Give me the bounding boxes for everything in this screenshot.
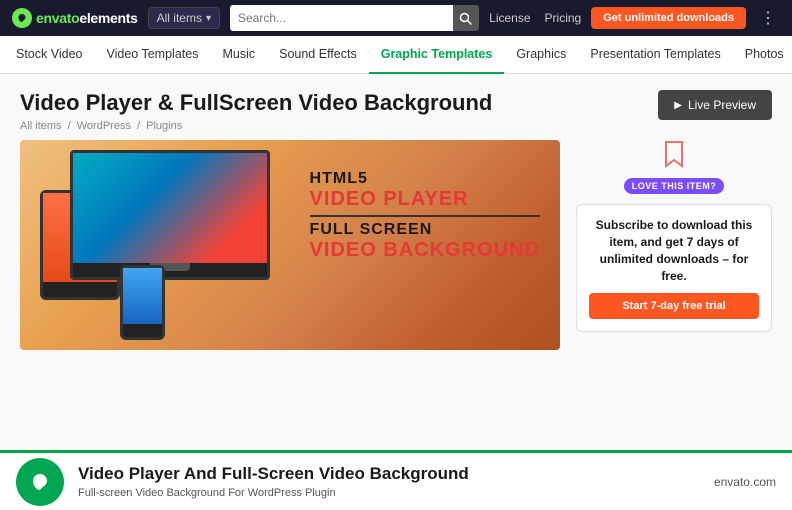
nav-bar: Stock Video Video Templates Music Sound … (0, 36, 792, 74)
overlay-html5-text: HTML5 (310, 170, 540, 188)
bottom-subtitle: Full-screen Video Background For WordPre… (78, 487, 700, 499)
overlay-divider (310, 215, 540, 217)
product-title: Video Player & FullScreen Video Backgrou… (20, 90, 492, 116)
more-menu-icon[interactable]: ⋮ (756, 8, 780, 28)
love-badge: LOVE THIS ITEM? (624, 178, 725, 194)
bottom-product-title: Video Player And Full-Screen Video Backg… (78, 464, 700, 484)
sidebar-header: LOVE THIS ITEM? (576, 140, 772, 194)
main-content: Video Player & FullScreen Video Backgrou… (0, 74, 792, 450)
content-row: HTML5 VIDEO PLAYER FULL SCREEN VIDEO BAC… (20, 140, 772, 450)
product-header: Video Player & FullScreen Video Backgrou… (20, 90, 772, 132)
nav-sound-effects[interactable]: Sound Effects (267, 36, 369, 74)
bookmark-icon[interactable] (664, 140, 684, 168)
top-nav-links: License Pricing (489, 11, 581, 25)
logo[interactable]: envatoelements (12, 8, 138, 28)
phone-screen (123, 268, 162, 323)
logo-text: envatoelements (36, 10, 138, 26)
logo-icon (12, 8, 32, 28)
search-bar (230, 5, 479, 31)
bottom-domain: envato.com (714, 475, 776, 489)
license-link[interactable]: License (489, 11, 530, 25)
bottom-info: Video Player And Full-Screen Video Backg… (78, 464, 700, 498)
all-items-dropdown[interactable]: All items (148, 7, 220, 29)
product-text-overlay: HTML5 VIDEO PLAYER FULL SCREEN VIDEO BAC… (310, 170, 540, 262)
breadcrumb-wordpress[interactable]: WordPress (77, 120, 131, 132)
overlay-video-player-text: VIDEO PLAYER (310, 188, 540, 211)
nav-photos[interactable]: Photos (733, 36, 792, 74)
overlay-video-bg-text: VIDEO BACKGROUND (310, 239, 540, 262)
sidebar-subscribe-box: Subscribe to download this item, and get… (576, 204, 772, 331)
monitor-device (70, 150, 270, 280)
device-mockup (40, 150, 310, 340)
sidebar-subscribe-title: Subscribe to download this item, and get… (589, 217, 759, 284)
phone-device (120, 265, 165, 340)
get-unlimited-button[interactable]: Get unlimited downloads (591, 7, 746, 29)
search-input[interactable] (230, 5, 453, 31)
nav-music[interactable]: Music (210, 36, 267, 74)
nav-presentation-templates[interactable]: Presentation Templates (578, 36, 732, 74)
monitor-screen-content (73, 153, 267, 262)
bottom-logo (16, 458, 64, 506)
pricing-link[interactable]: Pricing (545, 11, 582, 25)
search-button[interactable] (453, 5, 480, 31)
product-info: Video Player & FullScreen Video Backgrou… (20, 90, 492, 132)
nav-stock-video[interactable]: Stock Video (16, 36, 94, 74)
overlay-fullscreen-text: FULL SCREEN (310, 221, 540, 239)
nav-graphics[interactable]: Graphics (504, 36, 578, 74)
nav-graphic-templates[interactable]: Graphic Templates (369, 36, 505, 74)
product-image: HTML5 VIDEO PLAYER FULL SCREEN VIDEO BAC… (20, 140, 560, 350)
live-preview-button[interactable]: Live Preview (658, 90, 772, 120)
monitor-screen (73, 153, 267, 262)
top-bar: envatoelements All items License Pricing… (0, 0, 792, 36)
start-trial-button[interactable]: Start 7-day free trial (589, 293, 759, 319)
breadcrumb: All items / WordPress / Plugins (20, 120, 492, 132)
product-image-inner: HTML5 VIDEO PLAYER FULL SCREEN VIDEO BAC… (20, 140, 560, 350)
sidebar: LOVE THIS ITEM? Subscribe to download th… (576, 140, 772, 450)
breadcrumb-plugins[interactable]: Plugins (146, 120, 182, 132)
breadcrumb-all-items[interactable]: All items (20, 120, 62, 132)
nav-video-templates[interactable]: Video Templates (94, 36, 210, 74)
bottom-bar: Video Player And Full-Screen Video Backg… (0, 450, 792, 510)
